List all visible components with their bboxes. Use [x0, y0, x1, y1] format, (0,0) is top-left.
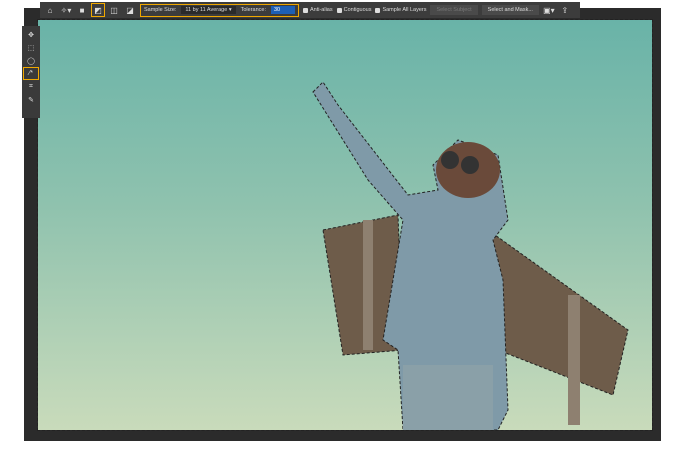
tolerance-input[interactable]: 30	[271, 6, 295, 14]
select-and-mask-button[interactable]: Select and Mask...	[481, 5, 539, 15]
anti-alias-label: Anti-alias	[310, 7, 333, 13]
share-icon[interactable]: ⇪	[559, 4, 571, 16]
magic-wand-tool-icon[interactable]: ⁄*	[23, 67, 39, 80]
tools-panel: ✥ ⬚ ◯ ⁄* ⌗ ✎	[22, 26, 40, 118]
sampling-options: Sample Size: 11 by 11 Average ▾ Toleranc…	[140, 3, 299, 17]
new-selection-icon[interactable]: ■	[76, 4, 88, 16]
contiguous-checkbox[interactable]: Contiguous	[336, 7, 372, 13]
contiguous-label: Contiguous	[343, 7, 372, 13]
intersect-selection-icon[interactable]: ◪	[124, 4, 136, 16]
select-subject-button[interactable]: Select Subject	[430, 5, 478, 15]
sample-size-dropdown[interactable]: 11 by 11 Average ▾	[181, 6, 236, 14]
checkbox-icon	[336, 7, 342, 13]
sample-size-value: 11 by 11 Average	[185, 7, 228, 13]
sample-size-label: Sample Size:	[144, 7, 177, 13]
lasso-tool-icon[interactable]: ◯	[24, 55, 38, 66]
image-canvas[interactable]	[37, 19, 653, 431]
eyedropper-tool-icon[interactable]: ✎	[24, 94, 38, 105]
workspace-icon[interactable]: ▣▾	[543, 4, 555, 16]
crop-tool-icon[interactable]: ⌗	[24, 81, 38, 92]
magic-wand-preset-icon[interactable]: ✧▾	[60, 4, 72, 16]
move-tool-icon[interactable]: ✥	[24, 29, 38, 40]
sample-all-layers-label: Sample All Layers	[382, 7, 427, 13]
photo-boy-with-cardboard-wings	[312, 81, 629, 430]
tolerance-label: Tolerance:	[240, 7, 266, 13]
home-icon[interactable]: ⌂	[44, 4, 56, 16]
subtract-selection-icon[interactable]: ◫	[108, 4, 120, 16]
checkbox-icon	[303, 7, 308, 13]
add-to-selection-icon[interactable]: ◩	[91, 3, 105, 17]
marquee-tool-icon[interactable]: ⬚	[24, 42, 38, 53]
options-bar: ⌂ ✧▾ ■ ◩ ◫ ◪ Sample Size: 11 by 11 Avera…	[40, 2, 580, 18]
checkbox-icon	[375, 7, 381, 13]
sample-all-layers-checkbox[interactable]: Sample All Layers	[375, 7, 426, 13]
anti-alias-checkbox[interactable]: Anti-alias	[303, 7, 333, 13]
